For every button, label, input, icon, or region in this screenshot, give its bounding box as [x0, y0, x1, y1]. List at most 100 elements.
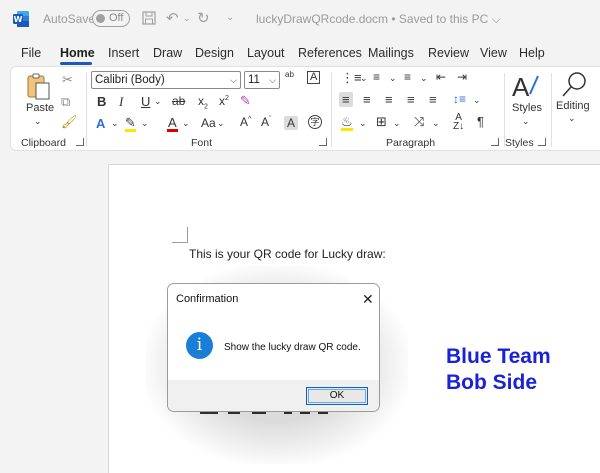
- chevron-down-icon[interactable]: ⌄: [568, 114, 576, 123]
- chevron-down-icon[interactable]: ⌄: [182, 119, 190, 128]
- shading-icon[interactable]: ♨: [341, 115, 353, 131]
- numbering-icon[interactable]: ≡: [373, 71, 380, 83]
- clear-formatting-icon[interactable]: A: [307, 71, 321, 84]
- ribbon: Paste ⌄ ✂ ⧉ 🖌 Clipboard Calibri (Body) ⌵…: [10, 66, 600, 151]
- tab-draw[interactable]: Draw: [153, 46, 182, 60]
- chevron-down-icon: ⌵: [230, 75, 237, 85]
- dialog-title: Confirmation: [176, 293, 239, 305]
- font-launcher-icon[interactable]: [319, 138, 327, 146]
- line-spacing-icon[interactable]: ↕≡: [453, 93, 466, 105]
- align-right-icon[interactable]: ≡: [385, 93, 393, 106]
- font-size-select[interactable]: 11 ⌵: [244, 71, 280, 89]
- paragraph-launcher-icon[interactable]: [491, 138, 499, 146]
- customize-qat-icon[interactable]: ⌄: [226, 12, 234, 23]
- ok-button[interactable]: OK: [306, 387, 368, 405]
- borders-icon[interactable]: ⊞: [376, 115, 387, 128]
- distributed-icon[interactable]: ≡: [429, 93, 437, 106]
- italic-icon[interactable]: I: [119, 95, 123, 108]
- tab-view[interactable]: View: [480, 46, 507, 60]
- styles-launcher-icon[interactable]: [538, 138, 546, 146]
- shrink-font-icon[interactable]: Aˇ: [261, 116, 271, 128]
- chevron-down-icon[interactable]: ⌄: [141, 119, 149, 128]
- chevron-down-icon[interactable]: ⌄: [217, 119, 225, 128]
- tab-help[interactable]: Help: [519, 46, 545, 60]
- redo-icon[interactable]: ↻: [197, 9, 210, 27]
- tab-mailings[interactable]: Mailings: [368, 46, 414, 60]
- character-shading-icon[interactable]: A: [284, 116, 299, 130]
- tab-home[interactable]: Home: [60, 46, 95, 60]
- autosave-state: Off: [109, 12, 124, 24]
- decrease-indent-icon[interactable]: ⇤: [436, 71, 446, 83]
- sort-icon[interactable]: A Z↓: [453, 113, 464, 132]
- clipboard-group-label: Clipboard: [21, 137, 66, 149]
- dialog-body: i Show the lucky draw QR code.: [168, 314, 379, 380]
- bullets-icon[interactable]: ⋮≡: [341, 71, 362, 84]
- strikethrough-icon[interactable]: ab: [172, 95, 185, 107]
- find-icon[interactable]: [560, 70, 590, 100]
- separator: [331, 73, 332, 147]
- paste-button[interactable]: Paste: [26, 103, 54, 114]
- cut-icon[interactable]: ✂: [62, 73, 73, 86]
- bold-icon[interactable]: B: [97, 95, 106, 108]
- undo-dropdown-icon[interactable]: ⌄: [183, 13, 191, 24]
- font-name-select[interactable]: Calibri (Body) ⌵: [91, 71, 241, 89]
- show-formatting-marks-icon[interactable]: ¶: [477, 115, 484, 128]
- tab-references[interactable]: References: [298, 46, 362, 60]
- close-icon[interactable]: ✕: [362, 291, 374, 308]
- dialog-footer: OK: [168, 380, 379, 411]
- underline-dropdown-icon[interactable]: ⌄: [154, 97, 162, 106]
- font-group-label: Font: [191, 137, 213, 149]
- watermark-text: Blue Team Bob Side: [446, 344, 551, 396]
- text-effects-icon[interactable]: ✎: [240, 94, 251, 107]
- dialog-titlebar[interactable]: Confirmation ✕: [168, 284, 379, 314]
- font-color-icon[interactable]: A: [167, 116, 178, 132]
- change-case-aa-icon[interactable]: Aa: [201, 117, 216, 129]
- word-logo-icon: W: [13, 11, 29, 27]
- tab-review[interactable]: Review: [428, 46, 469, 60]
- styles-button[interactable]: Styles: [512, 103, 542, 114]
- underline-icon[interactable]: U: [141, 95, 150, 108]
- superscript-icon[interactable]: x2: [219, 95, 229, 107]
- align-center-icon[interactable]: ≡: [363, 93, 371, 106]
- chevron-down-icon: ⌵: [269, 75, 276, 85]
- chevron-down-icon[interactable]: ⌄: [420, 74, 428, 83]
- chevron-down-icon[interactable]: ⌄: [432, 119, 440, 128]
- chevron-down-icon[interactable]: ⌄: [360, 74, 368, 83]
- change-case-icon[interactable]: ab: [285, 71, 294, 79]
- save-icon[interactable]: [142, 11, 156, 25]
- toggle-knob: [96, 14, 105, 23]
- svg-text:A: A: [512, 72, 530, 100]
- justify-icon[interactable]: ≡: [407, 93, 415, 106]
- chevron-down-icon[interactable]: ⌄: [473, 96, 481, 105]
- paste-dropdown-icon[interactable]: ⌄: [34, 117, 42, 126]
- text-effects-button-icon[interactable]: A: [96, 117, 105, 130]
- tab-file[interactable]: File: [21, 46, 41, 60]
- styles-icon[interactable]: A: [508, 72, 544, 100]
- document-title: luckyDrawQRcode.docm • Saved to this PC …: [256, 12, 501, 26]
- autosave-toggle[interactable]: Off: [92, 10, 130, 27]
- format-painter-icon[interactable]: 🖌: [61, 115, 78, 128]
- tab-insert[interactable]: Insert: [108, 46, 139, 60]
- tab-layout[interactable]: Layout: [247, 46, 285, 60]
- subscript-icon[interactable]: x2: [198, 95, 208, 111]
- asian-layout-icon[interactable]: ⤨: [414, 115, 424, 128]
- paste-icon[interactable]: [25, 72, 51, 102]
- styles-group-label: Styles: [505, 137, 534, 149]
- undo-icon[interactable]: ↶: [166, 9, 179, 27]
- highlight-icon[interactable]: ✎: [125, 116, 136, 132]
- chevron-down-icon[interactable]: ⌄: [111, 119, 119, 128]
- chevron-down-icon[interactable]: ⌄: [359, 119, 367, 128]
- grow-font-icon[interactable]: A^: [240, 116, 251, 128]
- tab-design[interactable]: Design: [195, 46, 234, 60]
- enclose-characters-icon[interactable]: 字: [308, 115, 322, 129]
- chevron-down-icon[interactable]: ⌄: [393, 119, 401, 128]
- chevron-down-icon[interactable]: ⌄: [522, 117, 530, 126]
- multilevel-list-icon[interactable]: ≡: [404, 71, 411, 83]
- document-body-text[interactable]: This is your QR code for Lucky draw:: [189, 247, 386, 261]
- increase-indent-icon[interactable]: ⇥: [457, 71, 467, 83]
- editing-button[interactable]: Editing: [556, 101, 590, 112]
- chevron-down-icon[interactable]: ⌄: [389, 74, 397, 83]
- copy-icon[interactable]: ⧉: [61, 95, 70, 108]
- clipboard-launcher-icon[interactable]: [76, 138, 84, 146]
- align-left-icon[interactable]: ≡: [339, 92, 353, 107]
